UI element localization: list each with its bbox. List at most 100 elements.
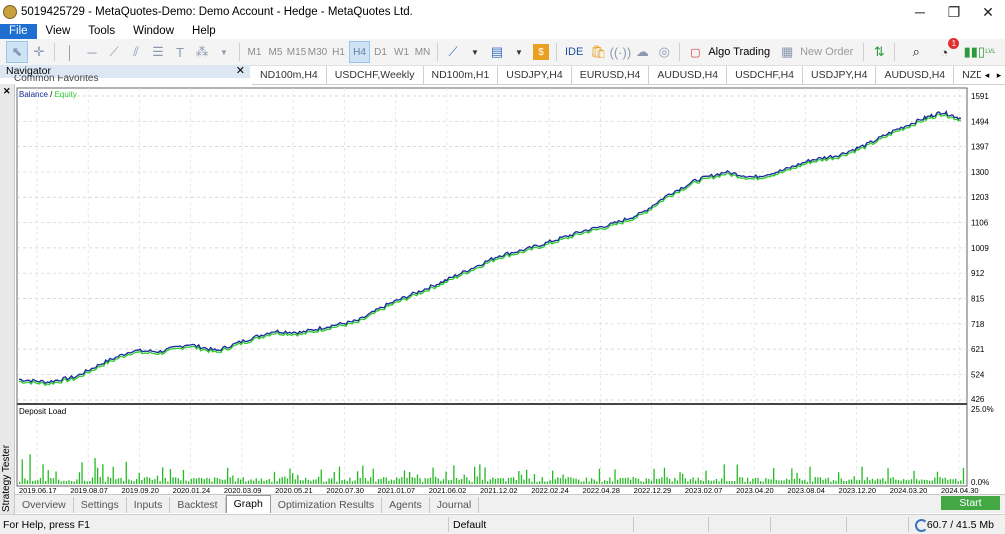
deposit-load-bar [684,478,686,484]
menu-help[interactable]: Help [183,24,225,39]
chart-type-icon[interactable]: ⟋ [442,41,464,63]
timeframe-h1[interactable]: H1 [328,41,349,63]
deposit-load-bar [481,479,484,484]
chart-tab[interactable]: EURUSD,H4 [572,66,650,84]
timeframe-m30[interactable]: M30 [307,41,328,63]
tab-overview[interactable]: Overview [15,497,74,513]
start-button[interactable]: Start [941,496,1000,510]
deposit-load-bar [393,480,395,484]
deposit-load-bar [312,479,315,484]
chevron-down-icon[interactable]: ▼ [213,41,235,63]
tab-optimization-results[interactable]: Optimization Results [271,497,383,513]
timeframe-m15[interactable]: M15 [286,41,307,63]
tab-graph[interactable]: Graph [225,495,271,513]
search-icon[interactable]: ⌕ [905,41,927,63]
deposit-load-bar [206,477,208,484]
deposit-load-bar [585,477,588,484]
tester-graph: 1591 1494 1397 1300 1203 1106 1009 912 815 718 621… [16,87,994,494]
deposit-load-bar [871,478,874,484]
tab-inputs[interactable]: Inputs [127,497,171,513]
algo-trading-button[interactable]: Algo Trading [708,46,770,58]
deposit-load-bar [409,472,411,484]
tab-journal[interactable]: Journal [430,497,480,513]
text-tool-icon[interactable]: T [169,41,191,63]
chevron-left-icon[interactable]: ◂ [985,70,990,81]
metatrader-app-icon [3,5,17,19]
tab-backtest[interactable]: Backtest [170,497,226,513]
legend-equity-text: Equity [55,90,77,99]
timeframe-w1[interactable]: W1 [391,41,412,63]
timeframe-h4[interactable]: H4 [349,41,370,63]
deposit-load-bar [778,480,780,484]
notifications-icon[interactable]: ◔ 1 [933,38,960,63]
fingerprint-icon[interactable]: ◎ [653,41,675,63]
deposit-load-bar [770,479,772,484]
timeframe-mn[interactable]: MN [412,41,433,63]
chart-tabs-scroll[interactable]: ◂ ▸ [981,66,1005,84]
shapes-icon[interactable]: ⁂ [191,41,213,63]
menu-tools[interactable]: Tools [79,24,124,39]
minimize-icon[interactable]: ─ [903,0,937,24]
chart-tab[interactable]: AUDUSD,H4 [649,66,728,84]
chart-tab[interactable]: AUDUSD,H4 [876,66,955,84]
deposit-load-bar [494,478,497,484]
trendline-icon[interactable]: ⟋ [103,41,125,63]
menu-window[interactable]: Window [124,24,183,39]
navigator-tabs-label: Common Favorites [14,75,99,83]
deposit-load-bar [276,481,278,484]
channel-icon[interactable]: ⫽ [125,41,147,63]
tab-settings[interactable]: Settings [74,497,127,513]
timeframe-m1[interactable]: M1 [244,41,265,63]
chart-tab[interactable]: USDCHF,H4 [727,66,804,84]
timeframe-m5[interactable]: M5 [265,41,286,63]
chart-tab[interactable]: USDJPY,H4 [498,66,572,84]
chart-tab[interactable]: USDCHF,Weekly [327,66,424,84]
chart-tab[interactable]: ND100m,H4 [252,66,327,84]
shopping-bag-icon[interactable]: 🛍 [587,41,609,63]
signals-icon[interactable]: ((·)) [609,41,632,63]
chevron-down-icon[interactable]: ▼ [508,41,530,63]
deposit-load-bar [354,480,356,484]
templates-icon[interactable]: ▤ [486,41,508,63]
deposit-load-bar [817,477,819,484]
navigator-tabs[interactable]: Common Favorites [0,75,250,83]
deposit-load-bar [739,477,741,484]
chevron-down-icon[interactable]: ▼ [464,41,486,63]
deposit-load-bar [398,478,400,484]
chart-tab[interactable]: ND100m,H1 [424,66,499,84]
deposit-load-bar [801,480,803,484]
horizontal-line-icon[interactable]: ─ [81,41,103,63]
crosshair-icon[interactable]: ✛ [28,41,50,63]
algo-trading-icon[interactable]: ▢ [684,41,706,63]
restore-icon[interactable]: ❐ [937,0,971,24]
market-dollar-icon[interactable]: $ [533,44,549,60]
deposit-load-bar [676,480,679,484]
cursor-icon[interactable]: ⬉ [6,41,28,63]
x-tick-label: 2022.12.29 [634,486,672,494]
deposit-load-bar [172,477,174,484]
deposit-load-bar [221,479,224,484]
fibonacci-icon[interactable]: ☰ [147,41,169,63]
tab-agents[interactable]: Agents [382,497,430,513]
timeframe-d1[interactable]: D1 [370,41,391,63]
deposit-load-bar [593,479,595,484]
ide-button[interactable]: IDE [565,46,583,58]
close-icon[interactable]: ✕ [971,0,1005,24]
vertical-line-icon[interactable]: │ [59,41,81,63]
chart-tab[interactable]: USDJPY,H4 [803,66,877,84]
new-order-button[interactable]: New Order [800,46,853,58]
deposit-load-bar [294,479,296,484]
connection-signal-icon[interactable]: ▮▮▯ [963,41,985,63]
new-order-icon[interactable]: ▦ [776,41,798,63]
menu-file[interactable]: File [0,24,37,39]
vps-cloud-icon[interactable]: ☁ [631,41,653,63]
chevron-right-icon[interactable]: ▸ [997,70,1002,81]
deposit-load-bar [250,479,252,484]
deposit-load-bar [500,478,502,484]
deposit-load-bar [435,476,437,484]
deposit-load-bar [468,480,471,484]
deposit-load-bar [653,468,655,484]
close-icon[interactable]: ✕ [3,86,11,97]
depth-of-market-icon[interactable]: ⇅ [868,41,890,63]
menu-view[interactable]: View [37,24,80,39]
